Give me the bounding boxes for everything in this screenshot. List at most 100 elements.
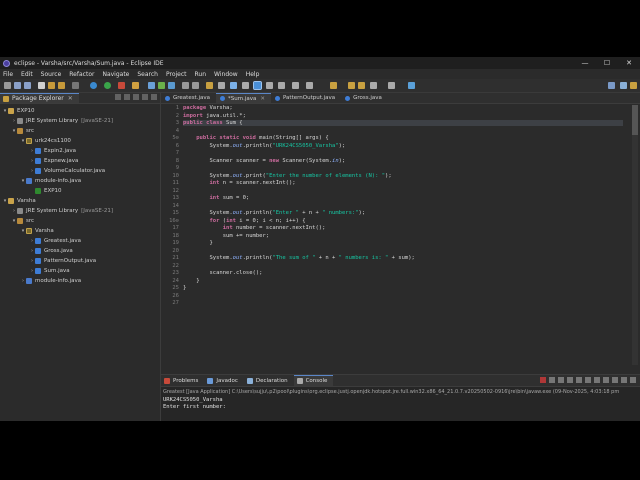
tree-item[interactable]: ▾ module-info.java [0,176,160,186]
coverage-icon[interactable] [118,82,125,89]
back-icon[interactable] [348,82,355,89]
perspective-icon[interactable] [608,82,615,89]
external-tools-icon[interactable] [132,82,139,89]
close-icon[interactable]: ✕ [68,95,73,102]
pin-console-icon[interactable] [594,377,600,383]
tree-item[interactable]: › VolumeCalculator.java [0,166,160,176]
new-java-project-icon[interactable] [148,82,155,89]
remove-all-icon[interactable] [558,377,564,383]
tab-javadoc[interactable]: Javadoc [204,375,244,386]
code-line[interactable]: for (int i = 0; i < n; i++) { [183,218,306,224]
search-icon[interactable] [192,82,199,89]
view-menu-icon[interactable] [133,94,139,100]
editor-tab[interactable]: Gross.java [341,93,388,103]
tab-declaration[interactable]: Declaration [244,375,294,386]
toggle-breadcrumb-icon[interactable] [230,82,237,89]
code-line[interactable]: System.out.print("Enter the number of el… [183,173,391,179]
last-edit-location-icon[interactable] [330,82,337,89]
tab-console[interactable]: Console [293,375,334,386]
debug-icon[interactable] [90,82,97,89]
new-package-icon[interactable] [158,82,165,89]
editor-tab[interactable]: PatternOutput.java [271,93,341,103]
tree-item[interactable]: ▾ urk24cs1100 [0,136,160,146]
tab-problems[interactable]: Problems [161,375,204,386]
save-all-icon[interactable] [24,82,31,89]
menu-navigate[interactable]: Navigate [102,71,129,78]
menu-refactor[interactable]: Refactor [69,71,94,78]
scrollbar-thumb[interactable] [632,105,638,135]
minimize-button[interactable]: — [574,57,596,69]
tree-item[interactable]: ▾ Varsha [0,226,160,236]
editor-tab[interactable]: Greatest.java [161,93,216,103]
tree-item[interactable]: › module-info.java [0,276,160,286]
nav-forward-icon[interactable] [388,82,395,89]
forward-icon[interactable] [358,82,365,89]
maximize-button[interactable]: ☐ [596,57,618,69]
tree-item[interactable]: › Expnew.java [0,156,160,166]
tree-item[interactable]: › PatternOutput.java [0,256,160,266]
new-icon[interactable] [4,82,11,89]
maximize-icon[interactable] [630,377,636,383]
minimize-icon[interactable] [621,377,627,383]
annotation-icon[interactable] [218,82,225,89]
menu-window[interactable]: Window [214,71,238,78]
block-selection-icon[interactable] [242,82,249,89]
tree-item[interactable]: › JRE System Library [JavaSE-21] [0,206,160,216]
next-annotation-icon[interactable] [278,82,285,89]
close-button[interactable]: ✕ [618,57,640,69]
code-line[interactable]: System.out.println("Enter " + n + " numb… [183,210,365,216]
java-perspective-icon[interactable] [620,82,627,89]
menu-file[interactable]: File [3,71,13,78]
run-icon[interactable] [104,82,111,89]
console-output[interactable]: URK24CS5050_Varsha Enter first number: [161,397,640,411]
word-wrap-icon[interactable] [585,377,591,383]
tree-item[interactable]: › Expin2.java [0,146,160,156]
code-line[interactable]: int number = scanner.nextInt(); [183,225,326,231]
tree-item[interactable]: ▾ src [0,216,160,226]
code-line[interactable]: int sum = 0; [183,195,250,201]
terminate-icon[interactable] [540,377,546,383]
maximize-icon[interactable] [151,94,157,100]
tree-item[interactable]: › JRE System Library [JavaSE-21] [0,116,160,126]
menu-help[interactable]: Help [246,71,260,78]
link-editor-icon[interactable] [124,94,130,100]
code-line[interactable]: System.out.println("URK24CS5050_Varsha")… [183,143,345,149]
code-line[interactable]: int n = scanner.nextInt(); [183,180,296,186]
tree-item[interactable]: ▾ src [0,126,160,136]
code-line[interactable]: System.out.println("The sum of " + n + "… [183,255,414,261]
task-icon[interactable] [408,82,415,89]
code-line[interactable]: sum += number; [183,233,269,239]
editor-scrollbar[interactable] [632,105,638,365]
tree-item[interactable]: › Sum.java [0,266,160,276]
code-line[interactable]: scanner.close(); [183,270,262,276]
redo-icon[interactable] [58,82,65,89]
code-line[interactable]: } [183,278,199,284]
code-line[interactable]: package Varsha; [183,105,233,111]
menu-search[interactable]: Search [137,71,158,78]
code-line[interactable]: Scanner scanner = new Scanner(System.in)… [183,158,345,164]
undo-icon[interactable] [48,82,55,89]
code-line[interactable]: import java.util.*; [183,113,246,119]
nav-back-icon[interactable] [370,82,377,89]
display-console-icon[interactable] [603,377,609,383]
code-line[interactable]: public class Sum { [183,120,623,126]
code-line[interactable]: public static void main(String[] args) { [183,135,328,141]
tree-item[interactable]: › Gross.java [0,246,160,256]
menu-edit[interactable]: Edit [21,71,33,78]
code-line[interactable]: } [183,240,212,246]
minimize-icon[interactable] [142,94,148,100]
new-class-icon[interactable] [168,82,175,89]
code-line[interactable]: } [183,285,186,291]
tree-item[interactable]: › Greatest.java [0,236,160,246]
remove-launch-icon[interactable] [549,377,555,383]
show-whitespace-icon[interactable] [266,82,273,89]
menu-run[interactable]: Run [195,71,207,78]
pin-editor-icon[interactable] [306,82,313,89]
tree-item[interactable]: ▾ EXP10 [0,106,160,116]
menu-source[interactable]: Source [41,71,62,78]
tree-item[interactable]: ▾ Varsha [0,196,160,206]
editor-tab[interactable]: *Sum.java ✕ [216,93,271,103]
close-icon[interactable]: ✕ [260,96,265,102]
clear-console-icon[interactable] [567,377,573,383]
save-icon[interactable] [14,82,21,89]
